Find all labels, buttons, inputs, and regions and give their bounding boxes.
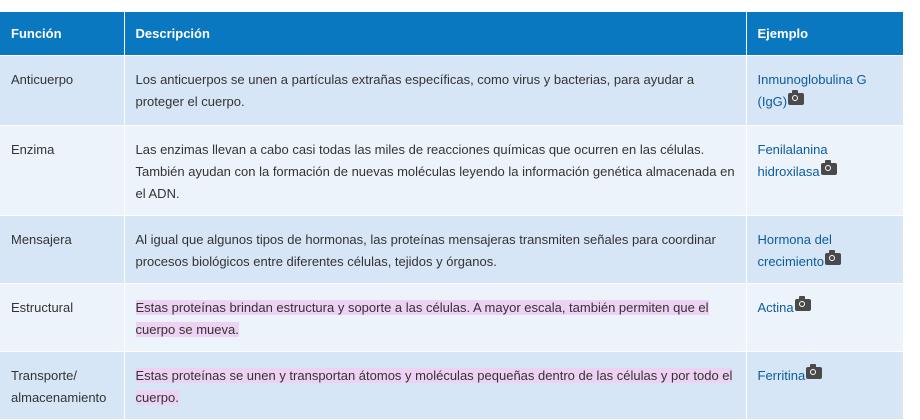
table-row: Mensajera Al igual que algunos tipos de … (0, 215, 903, 284)
example-link[interactable]: Hormona del crecimiento (758, 232, 832, 269)
function-cell: Anticuerpo (0, 55, 125, 126)
example-cell: Hormona del crecimiento (746, 215, 903, 284)
header-description: Descripción (124, 12, 747, 56)
description-cell: Al igual que algunos tipos de hormonas, … (124, 215, 747, 284)
header-function: Función (0, 12, 125, 56)
description-cell: Los anticuerpos se unen a partículas ext… (124, 55, 747, 126)
example-link[interactable]: Ferritina (758, 368, 806, 383)
function-cell: Enzima (0, 125, 125, 216)
example-link[interactable]: Fenilalanina hidroxilasa (758, 142, 828, 179)
highlighted-description-text: Estas proteínas se unen y transportan át… (135, 368, 733, 405)
function-cell: Mensajera (0, 215, 125, 284)
example-link[interactable]: Inmunoglobulina G (IgG) (758, 72, 867, 109)
camera-icon[interactable] (820, 160, 837, 175)
description-text: Las enzimas llevan a cabo casi todas las… (135, 142, 735, 201)
description-cell: Estas proteínas se unen y transportan át… (124, 351, 747, 419)
example-cell: Ferritina (746, 351, 903, 419)
highlighted-description-text: Estas proteínas brindan estructura y sop… (135, 300, 709, 337)
protein-functions-table: Función Descripción Ejemplo Anticuerpo L… (0, 12, 903, 419)
header-example: Ejemplo (746, 12, 903, 56)
camera-icon[interactable] (806, 364, 823, 379)
description-text: Al igual que algunos tipos de hormonas, … (135, 232, 716, 269)
example-link[interactable]: Actina (758, 300, 794, 315)
header-row: Función Descripción Ejemplo (0, 12, 903, 56)
camera-icon[interactable] (794, 296, 811, 311)
example-cell: Inmunoglobulina G (IgG) (746, 55, 903, 126)
camera-icon[interactable] (824, 250, 841, 265)
example-cell: Actina (746, 283, 903, 352)
example-cell: Fenilalanina hidroxilasa (746, 125, 903, 216)
table-row: Anticuerpo Los anticuerpos se unen a par… (0, 55, 903, 126)
description-cell: Estas proteínas brindan estructura y sop… (124, 283, 747, 352)
description-cell: Las enzimas llevan a cabo casi todas las… (124, 125, 747, 216)
protein-functions-table-wrapper: Función Descripción Ejemplo Anticuerpo L… (0, 12, 903, 419)
table-row: Enzima Las enzimas llevan a cabo casi to… (0, 125, 903, 216)
table-header: Función Descripción Ejemplo (0, 12, 903, 56)
description-text: Los anticuerpos se unen a partículas ext… (135, 72, 695, 109)
table-row: Transporte/ almacenamiento Estas proteín… (0, 351, 903, 419)
function-cell: Estructural (0, 283, 125, 352)
table-body: Anticuerpo Los anticuerpos se unen a par… (0, 55, 903, 419)
table-row: Estructural Estas proteínas brindan estr… (0, 283, 903, 352)
function-cell: Transporte/ almacenamiento (0, 351, 125, 419)
camera-icon[interactable] (788, 90, 805, 105)
